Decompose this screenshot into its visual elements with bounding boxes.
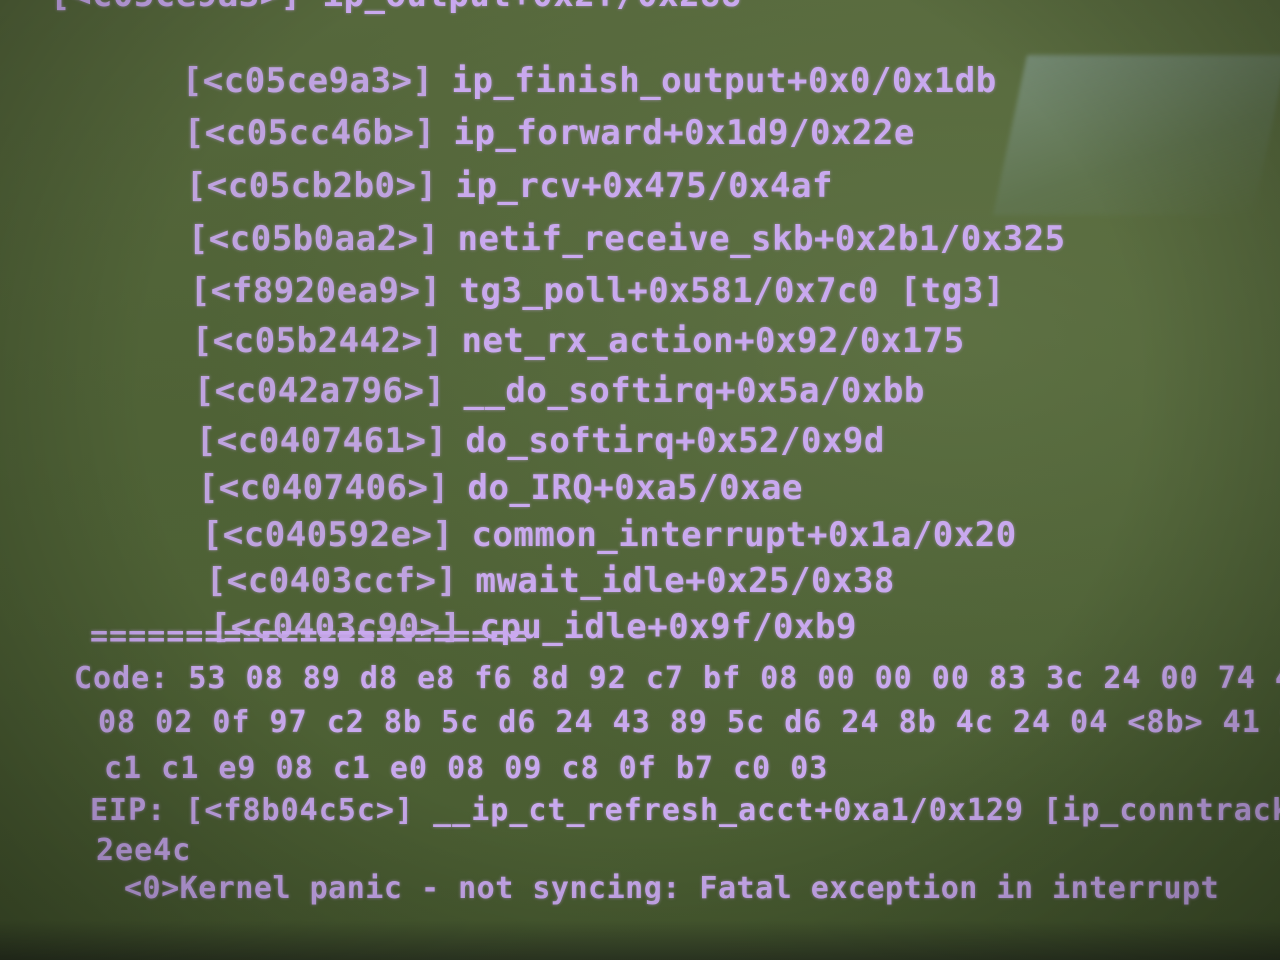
code-line: c1 c1 e9 08 c1 e0 08 09 c8 0f b7 c0 03 <box>104 751 829 786</box>
code-line: 08 02 0f 97 c2 8b 5c d6 24 43 89 5c d6 2… <box>98 705 1280 740</box>
crt-screen: [<c05ce9a3>] ip_output+0x2f/0x288 [<c05c… <box>0 0 1280 960</box>
separator-line: ======================= <box>90 619 529 654</box>
eip-line: EIP: [<f8b04c5c>] __ip_ct_refresh_acct+0… <box>90 793 1280 828</box>
trace-header-partial: [<c05ce9a3>] ip_output+0x2f/0x288 <box>50 0 742 12</box>
monitor-bezel <box>0 920 1280 960</box>
code-line: Code: 53 08 89 d8 e8 f6 8d 92 c7 bf 08 0… <box>74 661 1280 696</box>
trace-symbol: cpu_idle+0x9f/0xb9 <box>479 607 857 647</box>
kernel-panic-message: <0>Kernel panic - not syncing: Fatal exc… <box>124 871 1220 906</box>
kernel-console: [<c05ce9a3>] ip_output+0x2f/0x288 [<c05c… <box>0 0 1280 960</box>
eip-continuation: 2ee4c <box>96 833 192 868</box>
